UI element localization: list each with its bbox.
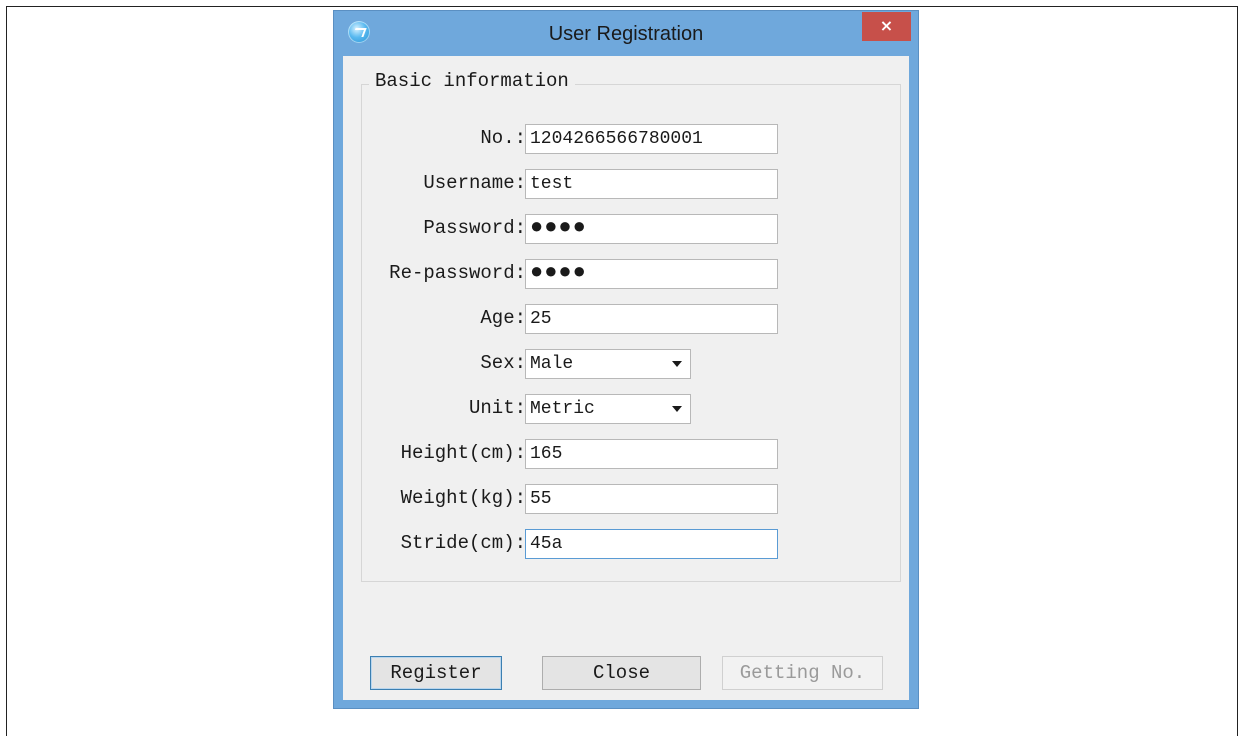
unit-dropdown[interactable]: Metric (525, 394, 691, 424)
username-field[interactable]: test (525, 169, 778, 199)
password-field[interactable]: ●●●● (525, 214, 778, 244)
group-legend: Basic information (369, 70, 575, 92)
unit-value: Metric (530, 399, 595, 419)
repassword-field[interactable]: ●●●● (525, 259, 778, 289)
row-sex-select: Male (343, 349, 903, 379)
registration-window: User Registration × Basic information No… (333, 10, 919, 709)
age-field[interactable]: 25 (525, 304, 778, 334)
sex-dropdown[interactable]: Male (525, 349, 691, 379)
row-height-field: 165 (343, 439, 903, 469)
client-area: Basic information No.: 1204266566780001 … (343, 56, 909, 700)
window-title: User Registration (548, 23, 704, 45)
getting-no-button[interactable]: Getting No. (722, 656, 883, 690)
sex-value: Male (530, 354, 574, 374)
row-age-field: 25 (343, 304, 903, 334)
weight-field[interactable]: 55 (525, 484, 778, 514)
close-window-button[interactable]: × (862, 12, 911, 41)
row-number-field: 1204266566780001 (343, 124, 903, 154)
row-username-field: test (343, 169, 903, 199)
title-bar[interactable]: User Registration × (334, 11, 918, 55)
number-field[interactable]: 1204266566780001 (525, 124, 778, 154)
chevron-down-icon (672, 361, 682, 367)
row-weight-field: 55 (343, 484, 903, 514)
row-repassword-field: ●●●● (343, 259, 903, 289)
height-field[interactable]: 165 (525, 439, 778, 469)
stride-field[interactable]: 45a (525, 529, 778, 559)
register-button[interactable]: Register (370, 656, 502, 690)
row-unit-select: Metric (343, 394, 903, 424)
close-button[interactable]: Close (542, 656, 701, 690)
row-password-field: ●●●● (343, 214, 903, 244)
row-stride-field: 45a (343, 529, 903, 559)
chevron-down-icon (672, 406, 682, 412)
